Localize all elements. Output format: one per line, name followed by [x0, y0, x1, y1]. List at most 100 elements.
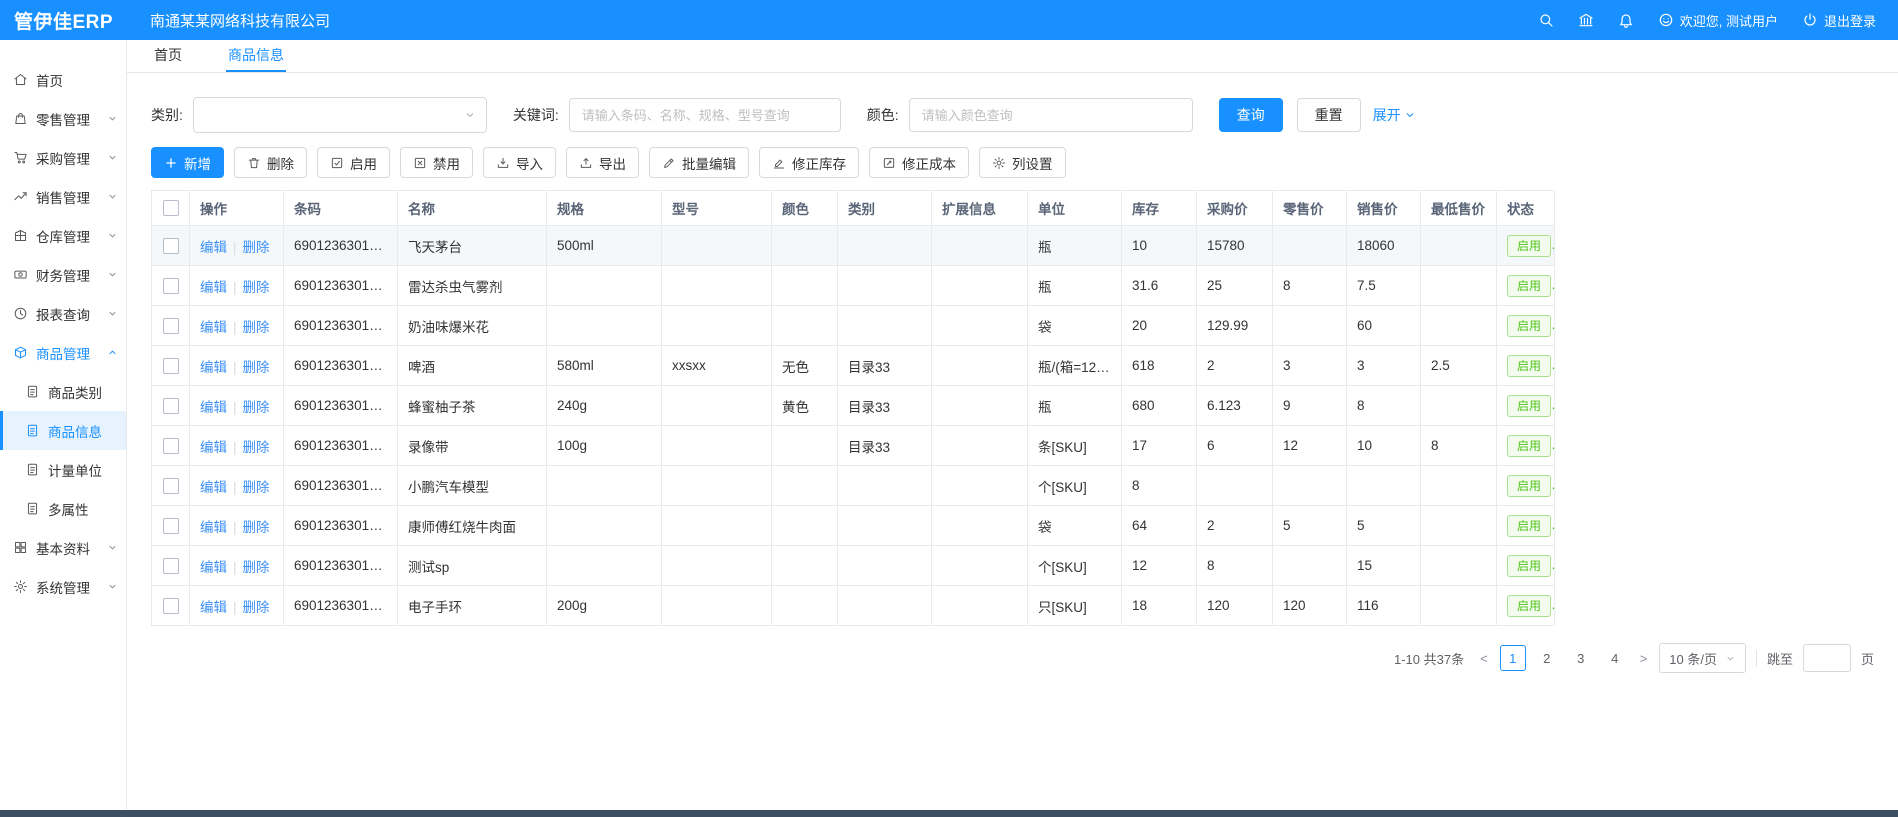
select-all-checkbox[interactable]	[163, 200, 179, 216]
cell-stock: 12	[1122, 546, 1197, 586]
delete-button[interactable]: 删除	[234, 147, 307, 178]
header-search-button[interactable]	[1538, 12, 1554, 28]
sidebar-item-purchase[interactable]: 采购管理	[0, 138, 126, 177]
add-button[interactable]: 新增	[151, 147, 224, 178]
cell-category: 目录33	[838, 426, 932, 466]
batch-edit-button[interactable]: 批量编辑	[649, 147, 749, 178]
column-settings-button[interactable]: 列设置	[979, 147, 1066, 178]
next-page-button[interactable]: >	[1638, 651, 1650, 666]
cell-unit: 个[SKU]	[1028, 466, 1122, 506]
cell-model	[662, 586, 772, 626]
expand-filters-toggle[interactable]: 展开	[1373, 105, 1416, 125]
disable-button[interactable]: 禁用	[400, 147, 473, 178]
cell-status: 启用	[1497, 306, 1555, 346]
sidebar-item-system[interactable]: 系统管理	[0, 567, 126, 606]
row-checkbox[interactable]	[163, 598, 179, 614]
table-body: 编辑|删除6901236301342飞天茅台500ml瓶101578018060…	[152, 226, 1555, 626]
edit-link[interactable]: 编辑	[200, 600, 227, 615]
color-input[interactable]	[909, 98, 1193, 132]
delete-link[interactable]: 删除	[243, 280, 270, 295]
cell-barcode: 6901236301321	[284, 506, 398, 546]
header-home-button[interactable]	[1578, 12, 1594, 28]
sidebar-subitem-product-category[interactable]: 商品类别	[0, 372, 126, 411]
sidebar-item-sales[interactable]: 销售管理	[0, 177, 126, 216]
row-checkbox[interactable]	[163, 398, 179, 414]
toolbar: 新增删除启用禁用导入导出批量编辑修正库存修正成本列设置	[151, 147, 1874, 178]
import-button[interactable]: 导入	[483, 147, 556, 178]
sidebar-item-warehouse[interactable]: 仓库管理	[0, 216, 126, 255]
edit-link[interactable]: 编辑	[200, 560, 227, 575]
header-notifications-button[interactable]	[1618, 12, 1634, 28]
delete-link[interactable]: 删除	[243, 440, 270, 455]
page-button-3[interactable]: 3	[1568, 645, 1594, 671]
keyword-input[interactable]	[569, 98, 841, 132]
tab-home[interactable]: 首页	[152, 40, 184, 72]
search-button[interactable]: 查询	[1219, 98, 1283, 132]
jump-page-input[interactable]	[1803, 644, 1851, 672]
status-badge: 启用	[1507, 595, 1551, 617]
edit-link[interactable]: 编辑	[200, 520, 227, 535]
row-checkbox[interactable]	[163, 558, 179, 574]
edit-link[interactable]: 编辑	[200, 480, 227, 495]
category-select[interactable]	[193, 97, 487, 133]
edit-link[interactable]: 编辑	[200, 360, 227, 375]
delete-link[interactable]: 删除	[243, 360, 270, 375]
sidebar-item-products[interactable]: 商品管理	[0, 333, 126, 372]
sidebar-item-finance[interactable]: 财务管理	[0, 255, 126, 294]
action-separator: |	[233, 560, 237, 575]
user-welcome[interactable]: 欢迎您, 测试用户	[1658, 11, 1778, 30]
row-checkbox[interactable]	[163, 238, 179, 254]
row-checkbox[interactable]	[163, 278, 179, 294]
sidebar-item-basic-data[interactable]: 基本资料	[0, 528, 126, 567]
category-filter: 类别:	[151, 97, 487, 133]
edit-link[interactable]: 编辑	[200, 440, 227, 455]
row-checkbox[interactable]	[163, 358, 179, 374]
column-header: 单位	[1028, 191, 1122, 226]
enable-button[interactable]: 启用	[317, 147, 390, 178]
edit-link[interactable]: 编辑	[200, 240, 227, 255]
fix-stock-button[interactable]: 修正库存	[759, 147, 859, 178]
cell-spec	[547, 306, 662, 346]
delete-link[interactable]: 删除	[243, 400, 270, 415]
column-header: 零售价	[1273, 191, 1347, 226]
cell-spec: 240g	[547, 386, 662, 426]
delete-link[interactable]: 删除	[243, 600, 270, 615]
row-checkbox[interactable]	[163, 318, 179, 334]
page-button-1[interactable]: 1	[1500, 645, 1526, 671]
page-size-value: 10 条/页	[1669, 649, 1717, 668]
edit-link[interactable]: 编辑	[200, 400, 227, 415]
sidebar-subitem-measure-unit[interactable]: 计量单位	[0, 450, 126, 489]
delete-link[interactable]: 删除	[243, 320, 270, 335]
cell-stock: 18	[1122, 586, 1197, 626]
tab-product-info[interactable]: 商品信息	[226, 40, 286, 72]
cell-actions: 编辑|删除	[190, 426, 284, 466]
sidebar-item-home[interactable]: 首页	[0, 60, 126, 99]
delete-link[interactable]: 删除	[243, 480, 270, 495]
sidebar-subitem-label: 商品类别	[48, 382, 126, 402]
row-checkbox[interactable]	[163, 438, 179, 454]
bell-icon	[1618, 12, 1634, 28]
sidebar-subitem-product-info[interactable]: 商品信息	[0, 411, 126, 450]
column-header: 类别	[838, 191, 932, 226]
page-size-select[interactable]: 10 条/页	[1659, 643, 1746, 673]
sidebar-subitem-multi-attribute[interactable]: 多属性	[0, 489, 126, 528]
reset-button[interactable]: 重置	[1297, 98, 1361, 132]
chevron-down-icon	[107, 269, 118, 280]
cell-barcode: 6901236301303	[284, 586, 398, 626]
fix-cost-button[interactable]: 修正成本	[869, 147, 969, 178]
delete-link[interactable]: 删除	[243, 560, 270, 575]
row-checkbox[interactable]	[163, 518, 179, 534]
cell-purchase_price: 120	[1197, 586, 1273, 626]
delete-link[interactable]: 删除	[243, 240, 270, 255]
sidebar-item-reports[interactable]: 报表查询	[0, 294, 126, 333]
page-button-2[interactable]: 2	[1534, 645, 1560, 671]
prev-page-button[interactable]: <	[1478, 651, 1490, 666]
edit-link[interactable]: 编辑	[200, 280, 227, 295]
export-button[interactable]: 导出	[566, 147, 639, 178]
page-button-4[interactable]: 4	[1602, 645, 1628, 671]
sidebar-item-retail[interactable]: 零售管理	[0, 99, 126, 138]
row-checkbox[interactable]	[163, 478, 179, 494]
edit-link[interactable]: 编辑	[200, 320, 227, 335]
logout-button[interactable]: 退出登录	[1802, 11, 1876, 30]
delete-link[interactable]: 删除	[243, 520, 270, 535]
